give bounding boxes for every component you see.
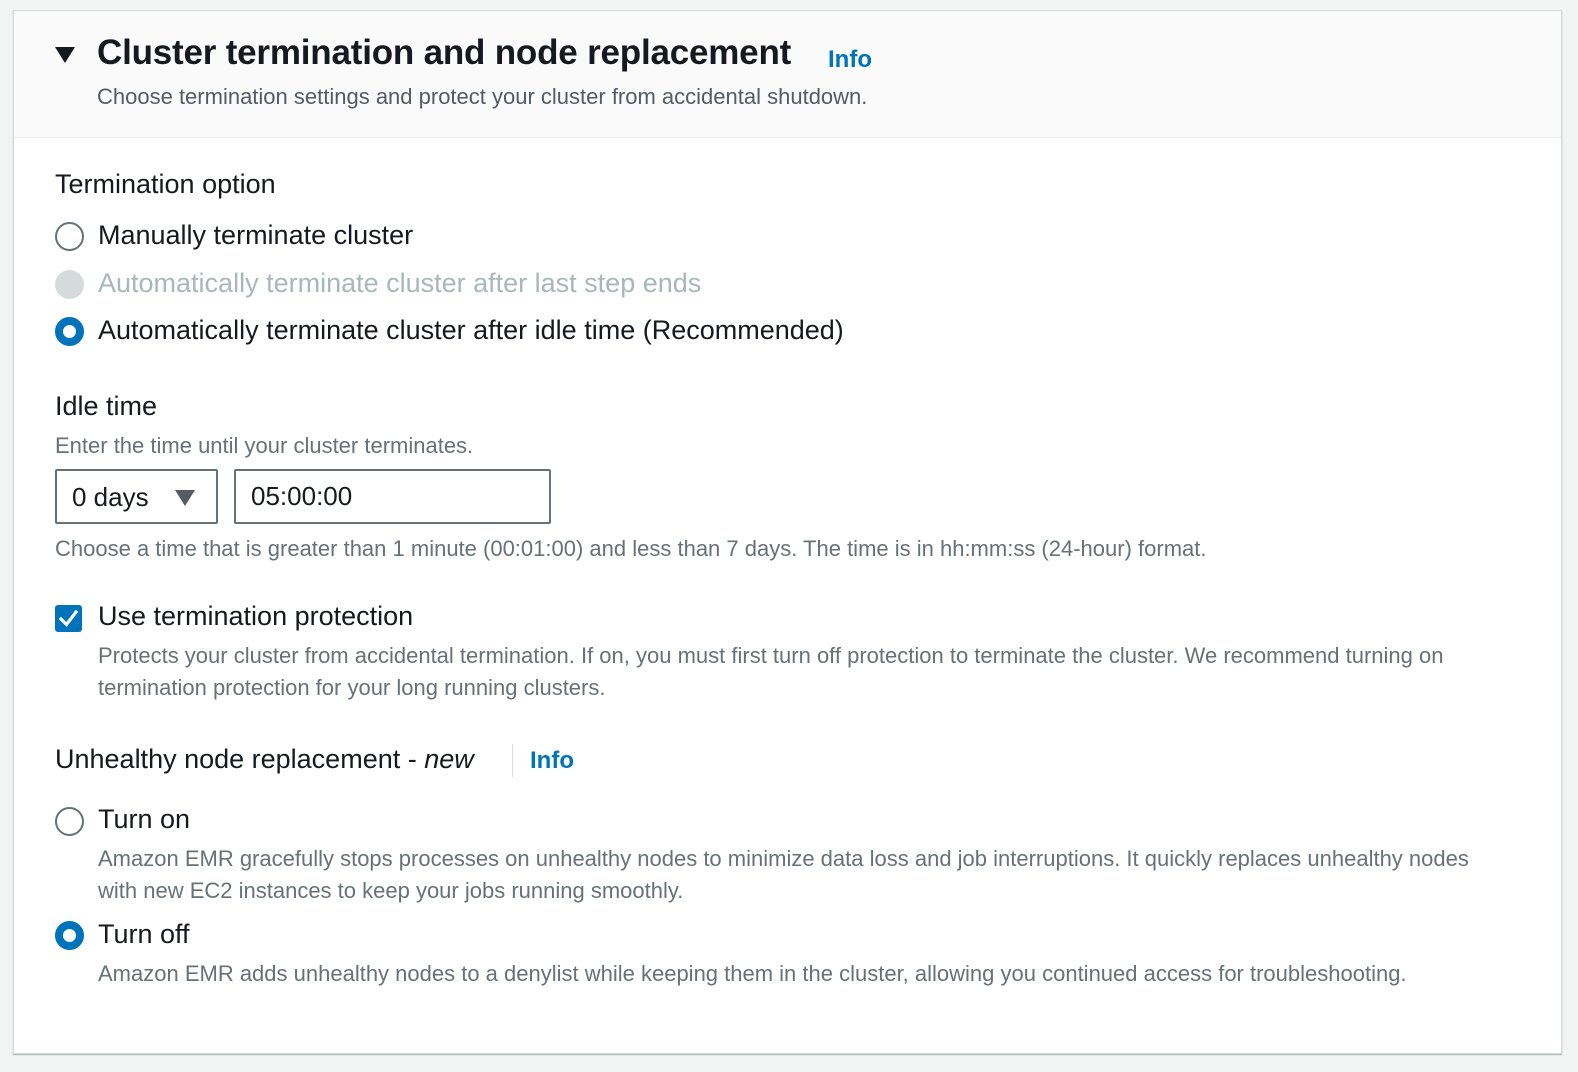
panel-header: Cluster termination and node replacement… — [14, 11, 1561, 138]
radio-turn-on[interactable] — [55, 807, 84, 836]
option-terminate-after-idle-label[interactable]: Automatically terminate cluster after id… — [98, 315, 844, 346]
header-info-link[interactable]: Info — [828, 46, 872, 74]
radio-manual-terminate[interactable] — [55, 222, 84, 251]
unhealthy-node-replacement-label: Unhealthy node replacement - new — [55, 744, 474, 775]
option-terminate-after-last-step-label: Automatically terminate cluster after la… — [98, 268, 702, 298]
termination-protection-description: Protects your cluster from accidental te… — [98, 643, 1444, 700]
option-turn-off-label[interactable]: Turn off — [98, 919, 190, 950]
unhealthy-info-link[interactable]: Info — [530, 747, 574, 775]
unhealthy-label-text: Unhealthy node replacement - — [55, 744, 425, 774]
expand-caret-icon[interactable] — [55, 47, 75, 63]
idle-time-hint: Choose a time that is greater than 1 min… — [55, 536, 1207, 561]
idle-time-label: Idle time — [55, 391, 158, 421]
caret-down-icon — [175, 490, 195, 506]
radio-terminate-after-idle[interactable] — [55, 317, 84, 346]
radio-terminate-after-last-step — [55, 270, 84, 299]
checkmark-icon — [58, 609, 79, 627]
section-description: Choose termination settings and protect … — [97, 84, 868, 109]
days-select-value: 0 days — [72, 482, 149, 512]
radio-turn-off[interactable] — [55, 921, 84, 950]
section-title: Cluster termination and node replacement — [97, 33, 792, 72]
option-turn-on-label[interactable]: Turn on — [98, 804, 190, 835]
label-divider — [512, 744, 513, 777]
termination-option-label: Termination option — [55, 169, 276, 199]
idle-time-description: Enter the time until your cluster termin… — [55, 433, 474, 458]
cluster-termination-panel: Cluster termination and node replacement… — [13, 10, 1562, 1054]
termination-protection-checkbox[interactable] — [55, 605, 82, 632]
option-manual-terminate-label[interactable]: Manually terminate cluster — [98, 220, 413, 251]
days-select[interactable]: 0 days — [55, 469, 218, 524]
termination-protection-label[interactable]: Use termination protection — [98, 601, 413, 632]
new-tag: new — [424, 744, 474, 774]
idle-time-input[interactable] — [234, 469, 551, 524]
option-turn-off-description: Amazon EMR adds unhealthy nodes to a den… — [98, 961, 1407, 986]
option-turn-on-description: Amazon EMR gracefully stops processes on… — [98, 846, 1469, 903]
